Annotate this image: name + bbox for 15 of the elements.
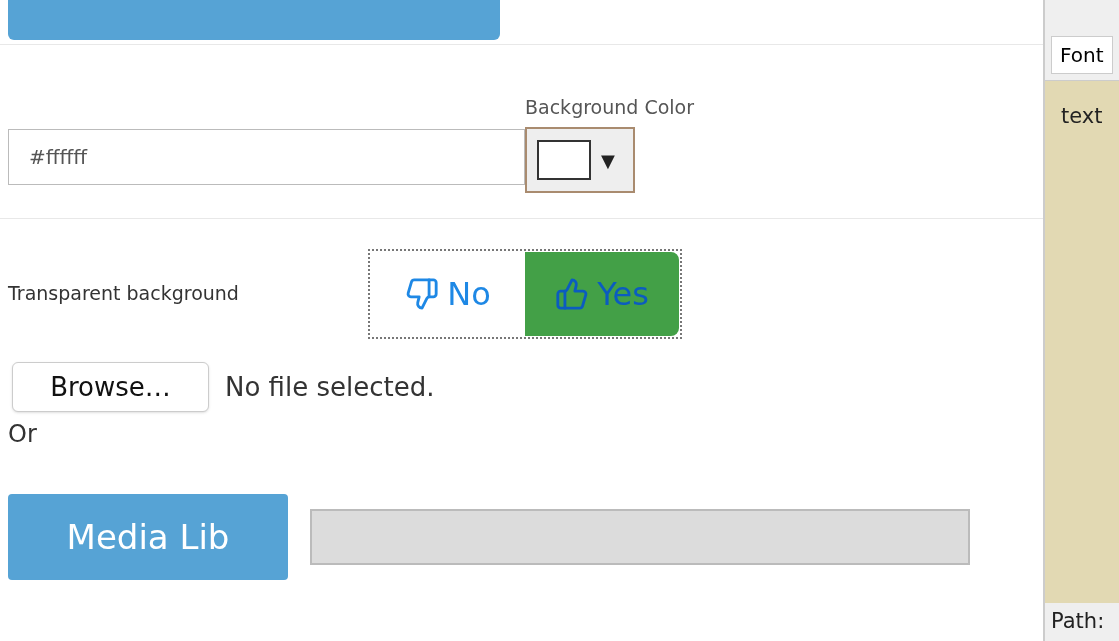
browse-button[interactable]: Browse… bbox=[12, 362, 209, 412]
color-picker[interactable]: ▼ bbox=[525, 127, 635, 193]
file-status: No file selected. bbox=[225, 370, 435, 404]
font-select[interactable]: Font bbox=[1051, 36, 1113, 74]
color-hex-field[interactable]: #ffffff bbox=[8, 129, 525, 185]
editor-area[interactable]: text bbox=[1045, 80, 1119, 603]
thumbs-down-icon bbox=[405, 276, 440, 311]
transparent-background-label: Transparent background bbox=[8, 281, 240, 307]
path-label: Path: bbox=[1051, 608, 1105, 636]
or-label: Or bbox=[7, 419, 37, 450]
options-header-bar[interactable] bbox=[8, 0, 500, 40]
background-color-label: Background Color bbox=[525, 94, 694, 120]
caret-icon: ▼ bbox=[601, 146, 615, 174]
thumbs-up-icon bbox=[555, 276, 590, 311]
media-path-field[interactable] bbox=[310, 509, 970, 565]
